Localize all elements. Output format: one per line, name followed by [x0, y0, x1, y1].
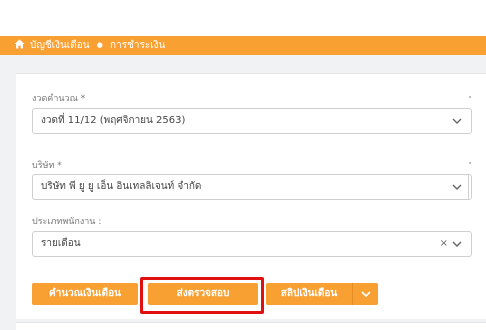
cut-off-marker — [469, 96, 471, 98]
period-select[interactable]: งวดที่ 11/12 (พฤศจิกายน 2563) — [32, 108, 472, 134]
breadcrumb-separator: ● — [96, 41, 103, 49]
period-value: งวดที่ 11/12 (พฤศจิกายน 2563) — [41, 115, 186, 126]
company-label: บริษัท * — [32, 161, 62, 171]
payslip-button[interactable]: สลิปเงินเดือน — [266, 283, 352, 305]
calculate-payroll-button[interactable]: คำนวณเงินเดือน — [32, 283, 138, 305]
employee-type-value: รายเดือน — [41, 238, 81, 249]
chevron-down-icon — [449, 179, 465, 195]
payslip-dropdown-toggle[interactable] — [352, 283, 378, 305]
top-bar — [0, 0, 486, 36]
employee-type-label: ประเภทพนักงาน : — [32, 217, 102, 227]
home-icon[interactable] — [14, 36, 25, 55]
period-label: งวดคำนวณ * — [32, 94, 86, 104]
chevron-down-icon — [449, 236, 465, 252]
company-select[interactable]: บริษัท พี ยู ยู เอ็น อินเทลลิเจนท์ จำกัด — [32, 174, 472, 200]
breadcrumb-item-payment: การชำระเงิน — [110, 40, 166, 51]
breadcrumb-item-payroll[interactable]: บัญชีเงินเดือน — [30, 40, 90, 51]
chevron-down-icon — [449, 113, 465, 129]
clear-icon[interactable]: × — [440, 232, 448, 256]
cut-off-field-edge — [468, 174, 471, 200]
breadcrumb: บัญชีเงินเดือน ● การชำระเงิน — [0, 36, 486, 55]
highlight-box — [140, 277, 264, 314]
company-value: บริษัท พี ยู ยู เอ็น อินเทลลิเจนท์ จำกัด — [41, 181, 202, 192]
cut-off-marker — [469, 162, 471, 164]
chevron-down-icon — [358, 286, 374, 306]
employee-type-select[interactable]: รายเดือน × — [32, 231, 472, 257]
